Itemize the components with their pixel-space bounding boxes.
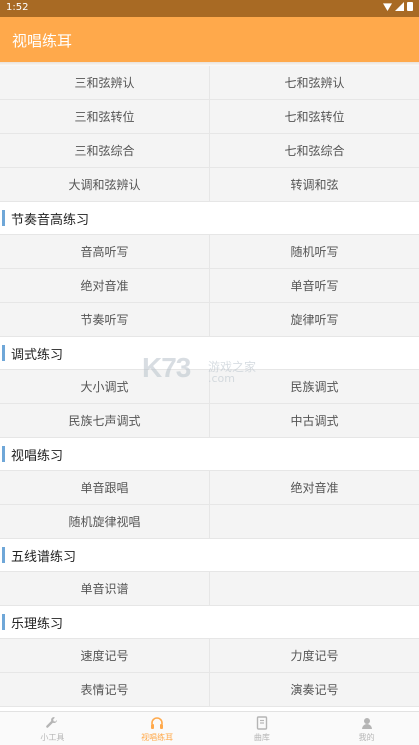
exercise-row: 音高听写 随机听写: [0, 235, 419, 269]
section-header: 节奏音高练习: [0, 202, 419, 235]
exercise-row: 随机旋律视唱: [0, 505, 419, 539]
page-title: 视唱练耳: [12, 32, 73, 50]
nav-label: 曲库: [253, 733, 270, 742]
exercise-button[interactable]: 单音听写: [209, 269, 419, 302]
exercise-row: 速度记号 力度记号: [0, 639, 419, 673]
exercise-row: 大调和弦辨认 转调和弦: [0, 168, 419, 202]
battery-icon: [407, 2, 413, 11]
exercise-button[interactable]: 三和弦辨认: [0, 66, 209, 99]
exercise-button[interactable]: 七和弦综合: [209, 134, 419, 167]
section-accent-bar: [2, 345, 5, 361]
exercise-button[interactable]: 单音跟唱: [0, 471, 209, 504]
exercise-button[interactable]: 随机听写: [209, 235, 419, 268]
exercise-button[interactable]: 转调和弦: [209, 168, 419, 201]
exercise-row: 三和弦转位 七和弦转位: [0, 100, 419, 134]
exercise-button[interactable]: 七和弦转位: [209, 100, 419, 133]
exercise-button[interactable]: 绝对音准: [209, 471, 419, 504]
section-title: 调式练习: [11, 347, 64, 363]
book-icon: [255, 716, 269, 730]
nav-item[interactable]: 视唱练耳: [105, 712, 210, 745]
exercise-row: 三和弦辨认 七和弦辨认: [0, 66, 419, 100]
exercise-row: 大小调式 民族调式: [0, 370, 419, 404]
exercise-button[interactable]: 速度记号: [0, 639, 209, 672]
nav-item[interactable]: 我的: [314, 712, 419, 745]
section-title: 乐理练习: [11, 616, 64, 632]
exercise-button[interactable]: 民族调式: [209, 370, 419, 403]
nav-label: 视唱练耳: [141, 733, 174, 742]
section-header: 调式练习: [0, 337, 419, 370]
nav-item[interactable]: 曲库: [210, 712, 315, 745]
status-time: 1:52: [6, 2, 29, 13]
nav-label: 小工具: [40, 733, 65, 742]
user-icon: [360, 716, 374, 730]
exercise-row: 节奏听写 旋律听写: [0, 303, 419, 337]
app-bar: 视唱练耳: [0, 17, 419, 62]
section-title: 节奏音高练习: [11, 212, 90, 228]
section-title: 五线谱练习: [11, 549, 77, 565]
exercise-button[interactable]: 力度记号: [209, 639, 419, 672]
exercise-button[interactable]: 表情记号: [0, 673, 209, 706]
status-bar: 1:52: [0, 0, 419, 17]
exercise-button[interactable]: 中古调式: [209, 404, 419, 437]
exercise-button[interactable]: 旋律听写: [209, 303, 419, 336]
exercise-button[interactable]: 三和弦转位: [0, 100, 209, 133]
exercise-button[interactable]: 大调和弦辨认: [0, 168, 209, 201]
section-title: 视唱练习: [11, 448, 64, 464]
empty-cell: [209, 505, 419, 538]
status-icons: [383, 2, 413, 11]
exercise-button[interactable]: 随机旋律视唱: [0, 505, 209, 538]
exercise-row: 单音识谱: [0, 572, 419, 606]
wrench-icon: [45, 716, 59, 730]
nav-label: 我的: [358, 733, 375, 742]
section-header: 乐理练习: [0, 606, 419, 639]
exercise-row: 单音跟唱 绝对音准: [0, 471, 419, 505]
exercise-button[interactable]: 单音识谱: [0, 572, 209, 605]
exercise-button[interactable]: 大小调式: [0, 370, 209, 403]
exercise-row: 三和弦综合 七和弦综合: [0, 134, 419, 168]
section-accent-bar: [2, 210, 5, 226]
exercise-button[interactable]: 民族七声调式: [0, 404, 209, 437]
empty-cell: [209, 572, 419, 605]
section-accent-bar: [2, 446, 5, 462]
exercise-list[interactable]: 三和弦辨认 七和弦辨认 三和弦转位 七和弦转位 三和弦综合 七和弦综合 大调和弦辨认 转调和弦…: [0, 66, 419, 711]
headphones-icon: [150, 716, 164, 730]
signal-icon: [395, 2, 404, 11]
exercise-row: 绝对音准 单音听写: [0, 269, 419, 303]
bottom-nav: 小工具 视唱练耳 曲库 我的: [0, 711, 419, 745]
nav-item[interactable]: 小工具: [0, 712, 105, 745]
section-header: 五线谱练习: [0, 539, 419, 572]
exercise-button[interactable]: 演奏记号: [209, 673, 419, 706]
exercise-row: 表情记号 演奏记号: [0, 673, 419, 707]
exercise-button[interactable]: 节奏听写: [0, 303, 209, 336]
exercise-button[interactable]: 绝对音准: [0, 269, 209, 302]
exercise-row: 民族七声调式 中古调式: [0, 404, 419, 438]
exercise-button[interactable]: 音高听写: [0, 235, 209, 268]
wifi-icon: [383, 3, 392, 11]
section-accent-bar: [2, 614, 5, 630]
exercise-button[interactable]: 七和弦辨认: [209, 66, 419, 99]
section-header: 视唱练习: [0, 438, 419, 471]
exercise-button[interactable]: 三和弦综合: [0, 134, 209, 167]
section-accent-bar: [2, 547, 5, 563]
